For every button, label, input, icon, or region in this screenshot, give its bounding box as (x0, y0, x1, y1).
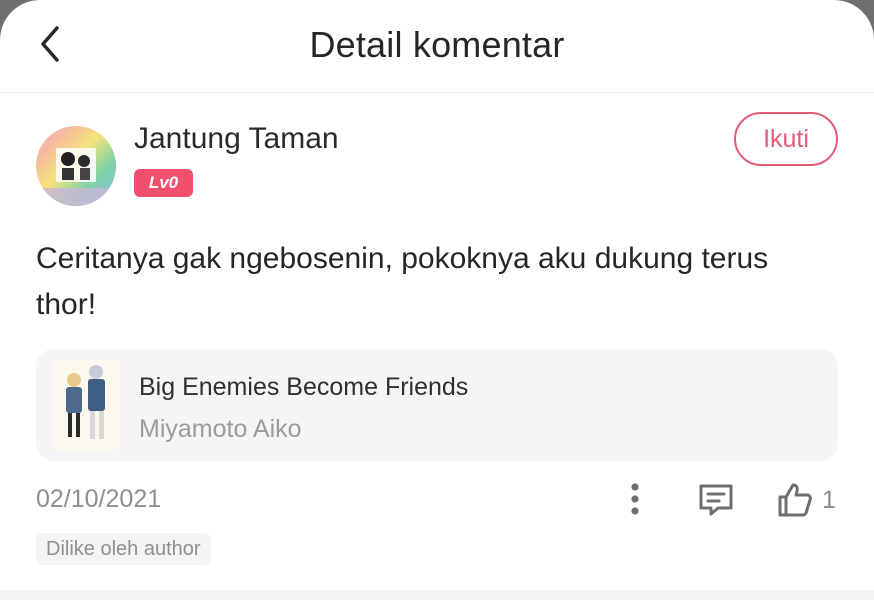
more-vertical-icon (631, 483, 639, 515)
divider (0, 590, 874, 600)
like-button[interactable]: 1 (776, 478, 836, 522)
thumbs-up-icon (778, 483, 812, 517)
book-cover (54, 360, 120, 450)
reply-comment-icon (699, 484, 733, 516)
comment-detail-sheet: Detail komentar Jantung Taman Lv0 Ikuti … (0, 0, 874, 600)
username[interactable]: Jantung Taman (134, 122, 339, 156)
comment-date: 02/10/2021 (36, 485, 162, 513)
liked-by-author-tag: Dilike oleh author (36, 533, 211, 565)
comment-text: Ceritanya gak ngebosenin, pokoknya aku d… (36, 242, 769, 321)
page-title: Detail komentar (309, 24, 565, 65)
header: Detail komentar (0, 0, 874, 93)
more-options-button[interactable] (620, 480, 650, 520)
level-badge: Lv0 (134, 169, 193, 197)
reply-button[interactable] (696, 480, 736, 520)
book-card[interactable]: Big Enemies Become Friends Miyamoto Aiko (36, 349, 838, 461)
follow-button[interactable]: Ikuti (734, 112, 838, 166)
book-author: Miyamoto Aiko (139, 415, 302, 443)
book-title: Big Enemies Become Friends (139, 373, 469, 401)
avatar[interactable] (36, 126, 116, 206)
like-count: 1 (822, 485, 836, 514)
